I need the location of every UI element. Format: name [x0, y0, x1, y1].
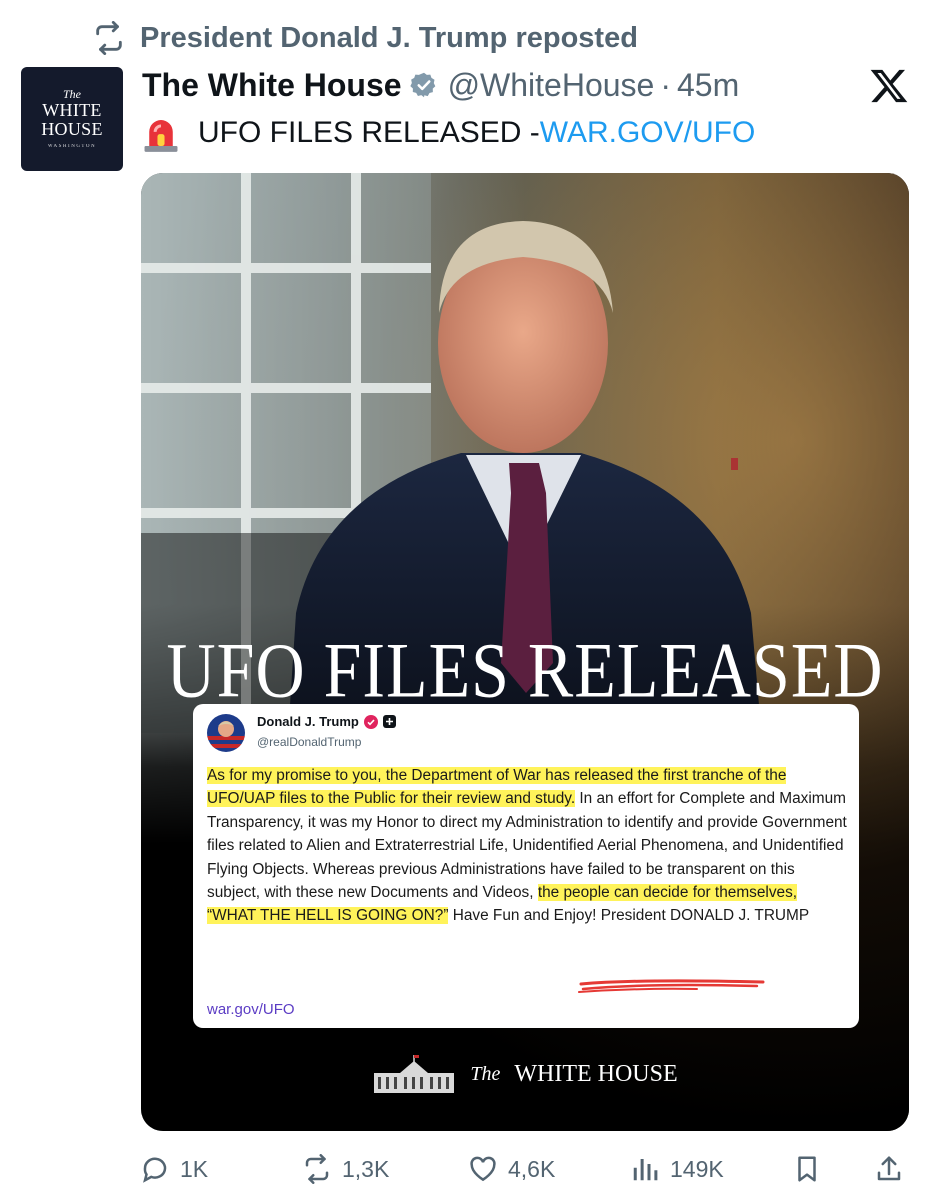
avatar-line1: WHITE: [42, 100, 102, 120]
author-name[interactable]: The White House: [142, 67, 402, 104]
views-icon: [633, 1159, 658, 1181]
repost-context[interactable]: President Donald J. Trump reposted: [92, 18, 638, 58]
like-button[interactable]: 4,6K: [468, 1148, 555, 1190]
avatar-line2: HOUSE: [41, 119, 103, 139]
avatar-the: The: [63, 87, 81, 101]
siren-icon: [144, 120, 178, 152]
reply-count: 1K: [180, 1155, 209, 1182]
heart-icon: [470, 1156, 496, 1182]
x-logo-icon: [870, 69, 908, 103]
reply-button[interactable]: 1K: [140, 1148, 208, 1190]
card-link: war.gov/UFO: [207, 1001, 295, 1018]
separator: ·: [660, 66, 671, 103]
tweet-header: The White House @WhiteHouse · 45m: [142, 62, 739, 108]
card-body-text: As for my promise to you, the Department…: [207, 764, 847, 928]
repost-icon: [96, 21, 122, 55]
action-bar: 1K 1,3K 4,6K 149K: [140, 1148, 910, 1190]
avatar-sub: WASHINGTON: [47, 144, 97, 149]
reply-icon: [143, 1157, 167, 1183]
tweet-link[interactable]: WAR.GOV/UFO: [540, 116, 756, 150]
footer-the: The: [470, 1062, 501, 1085]
tweet-text: UFO FILES RELEASED - WAR.GOV/UFO: [142, 110, 755, 156]
card-author-name: Donald J. Trump: [257, 714, 359, 729]
like-count: 4,6K: [508, 1155, 556, 1182]
bookmark-icon: [798, 1156, 816, 1182]
white-house-building-icon: [374, 1055, 455, 1093]
share-icon: [877, 1156, 901, 1181]
author-avatar[interactable]: The WHITE HOUSE WASHINGTON: [21, 67, 123, 171]
repost-label: President Donald J. Trump reposted: [140, 21, 638, 54]
card-author: Donald J. Trump: [257, 714, 396, 729]
author-handle[interactable]: @WhiteHouse: [448, 67, 655, 104]
card-author-handle: @realDonaldTrump: [257, 735, 362, 749]
views-count: 149K: [670, 1155, 724, 1182]
repost-icon: [305, 1154, 329, 1184]
verified-badge-icon: [363, 714, 378, 729]
white-house-footer: The WHITE HOUSE: [141, 1053, 909, 1095]
repost-count: 1,3K: [342, 1155, 390, 1182]
share-button[interactable]: [874, 1148, 904, 1190]
card-avatar: [207, 714, 245, 752]
views-button[interactable]: 149K: [630, 1148, 724, 1190]
tweet-text-body: UFO FILES RELEASED -: [198, 116, 540, 149]
repost-button[interactable]: 1,3K: [302, 1148, 389, 1190]
tweet-media-image[interactable]: UFO FILES RELEASED Donald J. Trump @real…: [141, 173, 909, 1131]
embedded-post-card: Donald J. Trump @realDonaldTrump As for …: [193, 704, 859, 1028]
verified-badge-icon[interactable]: [409, 71, 438, 99]
media-headline: UFO FILES RELEASED: [166, 626, 884, 714]
red-underline-scribble: [578, 979, 765, 993]
timestamp[interactable]: 45m: [677, 67, 739, 104]
affiliate-badge-icon: [382, 715, 396, 728]
card-text-2: Have Fun and Enjoy! President DONALD J. …: [448, 907, 810, 925]
footer-name: WHITE HOUSE: [514, 1060, 678, 1087]
bookmark-button[interactable]: [792, 1148, 822, 1190]
